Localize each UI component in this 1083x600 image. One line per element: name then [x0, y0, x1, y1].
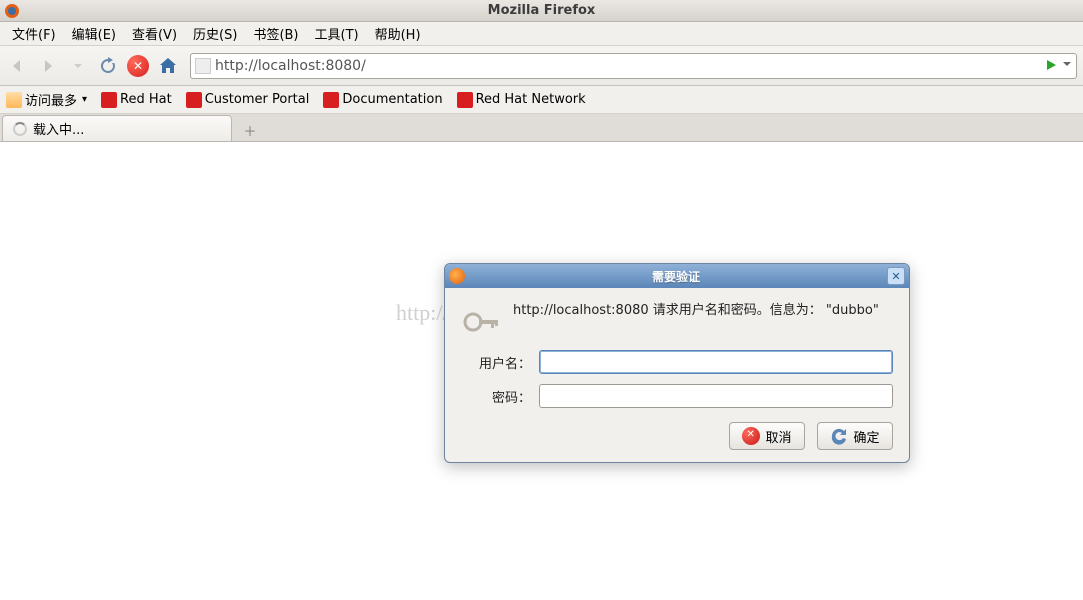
username-input[interactable] [539, 350, 893, 374]
go-dropdown-icon[interactable] [1062, 58, 1072, 73]
dialog-body: http://localhost:8080 请求用户名和密码。信息为： "dub… [445, 288, 909, 462]
menu-bookmarks[interactable]: 书签(B) [245, 22, 306, 45]
back-button[interactable] [6, 54, 30, 78]
bookmark-customer-portal[interactable]: Customer Portal [186, 92, 310, 108]
forward-dropdown-icon[interactable] [66, 54, 90, 78]
chevron-down-icon: ▾ [82, 94, 87, 105]
dialog-title: 需要验证 [465, 268, 887, 285]
window-title: Mozilla Firefox [488, 3, 596, 18]
username-label: 用户名： [461, 353, 531, 372]
bookmark-label: Customer Portal [205, 92, 310, 107]
cancel-icon [742, 427, 760, 445]
tab-loading[interactable]: 载入中... [2, 115, 232, 141]
url-bar-container[interactable] [190, 53, 1077, 79]
menu-tools[interactable]: 工具(T) [307, 22, 367, 45]
menu-file[interactable]: 文件(F) [4, 22, 64, 45]
window-titlebar: Mozilla Firefox [0, 0, 1083, 22]
menu-history[interactable]: 历史(S) [185, 22, 245, 45]
page-favicon [195, 58, 211, 74]
password-input[interactable] [539, 384, 893, 408]
loading-spinner-icon [13, 122, 27, 136]
forward-button[interactable] [36, 54, 60, 78]
ok-label: 确定 [853, 427, 879, 446]
menu-help[interactable]: 帮助(H) [367, 22, 429, 45]
redhat-icon [101, 92, 117, 108]
menu-edit[interactable]: 编辑(E) [64, 22, 124, 45]
ok-button[interactable]: 确定 [817, 422, 893, 450]
go-button[interactable] [1044, 57, 1062, 75]
ok-icon [830, 427, 848, 445]
dialog-message: http://localhost:8080 请求用户名和密码。信息为： "dub… [513, 302, 879, 320]
redhat-icon [186, 92, 202, 108]
stop-button[interactable]: ✕ [126, 54, 150, 78]
nav-toolbar: ✕ [0, 46, 1083, 86]
bookmarks-toolbar: 访问最多 ▾ Red Hat Customer Portal Documenta… [0, 86, 1083, 114]
dialog-titlebar[interactable]: 需要验证 ✕ [445, 264, 909, 288]
redhat-icon [457, 92, 473, 108]
firefox-app-icon [4, 3, 20, 19]
bookmark-label: Red Hat [120, 92, 172, 107]
bookmark-label: Documentation [342, 92, 442, 107]
menu-view[interactable]: 查看(V) [124, 22, 185, 45]
bookmark-redhat-network[interactable]: Red Hat Network [457, 92, 586, 108]
key-icon [461, 302, 501, 334]
url-input[interactable] [215, 58, 1040, 74]
bookmark-label: 访问最多 [25, 90, 77, 109]
bookmark-redhat[interactable]: Red Hat [101, 92, 172, 108]
auth-dialog: 需要验证 ✕ http://localhost:8080 请求用户名和密码。信息… [444, 263, 910, 463]
cancel-label: 取消 [765, 427, 791, 446]
cancel-button[interactable]: 取消 [729, 422, 805, 450]
password-label: 密码： [461, 387, 531, 406]
tab-bar: 载入中... ＋ [0, 114, 1083, 142]
folder-icon [6, 92, 22, 108]
reload-button[interactable] [96, 54, 120, 78]
home-button[interactable] [156, 54, 180, 78]
tab-label: 载入中... [33, 119, 84, 138]
menubar: 文件(F) 编辑(E) 查看(V) 历史(S) 书签(B) 工具(T) 帮助(H… [0, 22, 1083, 46]
redhat-icon [323, 92, 339, 108]
stop-icon: ✕ [127, 55, 149, 77]
new-tab-button[interactable]: ＋ [238, 119, 262, 141]
bookmark-most-visited[interactable]: 访问最多 ▾ [6, 90, 87, 109]
dialog-close-button[interactable]: ✕ [887, 267, 905, 285]
bookmark-documentation[interactable]: Documentation [323, 92, 442, 108]
bookmark-label: Red Hat Network [476, 92, 586, 107]
firefox-icon [449, 268, 465, 284]
